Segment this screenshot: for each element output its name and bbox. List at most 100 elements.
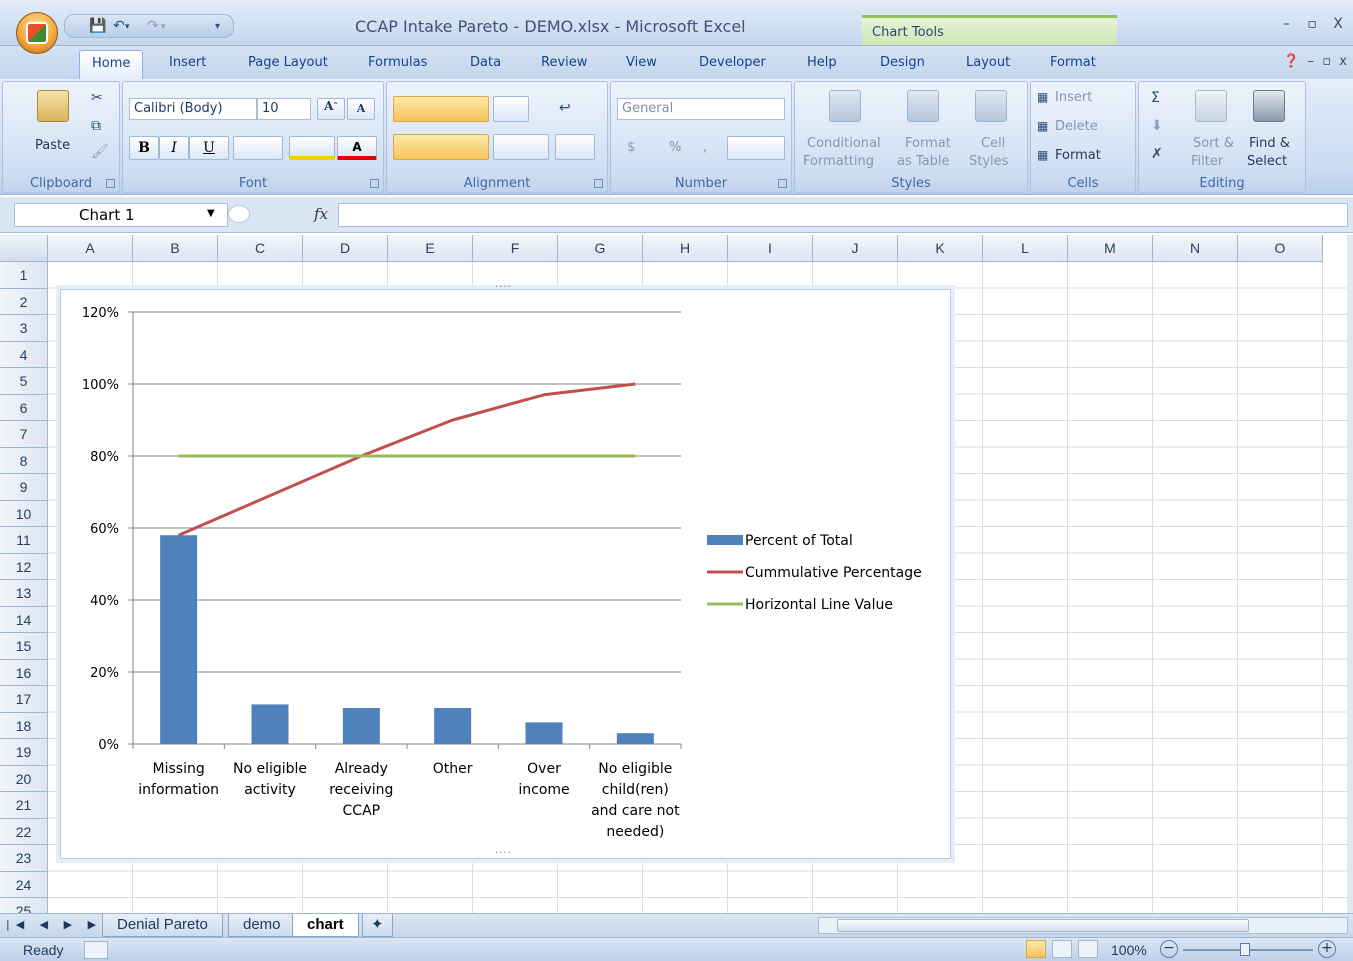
column-header-m[interactable]: M bbox=[1068, 235, 1153, 262]
tab-help[interactable]: Help bbox=[807, 55, 837, 70]
horizontal-scrollbar[interactable] bbox=[818, 917, 1348, 934]
cut-icon[interactable]: ✂ bbox=[91, 90, 103, 106]
format-as-table-button-line2[interactable]: as Table bbox=[897, 154, 950, 169]
number-format-select[interactable]: General bbox=[617, 98, 785, 120]
merge-center-button[interactable] bbox=[555, 134, 595, 160]
comma-button[interactable]: , bbox=[703, 140, 707, 155]
column-header-j[interactable]: J bbox=[813, 235, 898, 262]
decimal-buttons[interactable] bbox=[727, 136, 785, 160]
column-header-k[interactable]: K bbox=[898, 235, 983, 262]
column-header-e[interactable]: E bbox=[388, 235, 473, 262]
column-header-d[interactable]: D bbox=[303, 235, 388, 262]
row-header-22[interactable]: 22 bbox=[0, 818, 48, 845]
tab-insert[interactable]: Insert bbox=[169, 55, 206, 70]
page-break-view-button[interactable] bbox=[1077, 940, 1098, 958]
column-header-i[interactable]: I bbox=[728, 235, 813, 262]
paste-button[interactable]: Paste bbox=[35, 138, 70, 153]
row-header-10[interactable]: 10 bbox=[0, 500, 48, 527]
clear-icon[interactable]: ✗ bbox=[1151, 146, 1163, 162]
tab-formulas[interactable]: Formulas bbox=[368, 55, 427, 70]
record-macro-icon[interactable] bbox=[84, 941, 108, 959]
row-header-2[interactable]: 2 bbox=[0, 288, 48, 315]
help-icon[interactable]: ❓ – ▫ x bbox=[1283, 54, 1347, 69]
pareto-chart[interactable]: ···· ···· 0% 20% 40% 60% 80% 100% 120% Missing i… bbox=[60, 282, 951, 859]
clipboard-dialog-launcher[interactable] bbox=[106, 179, 115, 188]
insert-function-icon[interactable]: fx bbox=[314, 205, 328, 223]
row-header-9[interactable]: 9 bbox=[0, 474, 48, 501]
formula-input[interactable] bbox=[338, 203, 1348, 227]
tab-view[interactable]: View bbox=[626, 55, 657, 70]
column-header-n[interactable]: N bbox=[1153, 235, 1238, 262]
tab-review[interactable]: Review bbox=[541, 55, 587, 70]
row-header-5[interactable]: 5 bbox=[0, 368, 48, 395]
row-header-11[interactable]: 11 bbox=[0, 527, 48, 554]
insert-sheet-icon[interactable]: ✦ bbox=[362, 914, 393, 937]
minimize-button[interactable]: – bbox=[1275, 16, 1297, 32]
tab-layout[interactable]: Layout bbox=[966, 55, 1010, 70]
paste-icon[interactable] bbox=[37, 90, 69, 122]
grow-font-button[interactable]: Aˆ bbox=[317, 98, 345, 120]
delete-cells-button[interactable]: Delete bbox=[1055, 119, 1098, 134]
format-painter-icon[interactable]: 🖌 bbox=[91, 144, 109, 160]
sheet-tab-chart[interactable]: chart bbox=[292, 914, 359, 937]
currency-button[interactable]: $ bbox=[627, 140, 635, 155]
row-header-1[interactable]: 1 bbox=[0, 262, 48, 289]
bold-button[interactable]: B bbox=[129, 136, 159, 160]
row-header-25[interactable]: 25 bbox=[0, 898, 48, 913]
column-header-o[interactable]: O bbox=[1238, 235, 1323, 262]
conditional-formatting-button-line2[interactable]: Formatting bbox=[803, 154, 874, 169]
tab-design[interactable]: Design bbox=[880, 55, 925, 70]
sheet-tab-demo[interactable]: demo bbox=[228, 914, 296, 937]
alignment-dialog-launcher[interactable] bbox=[594, 179, 603, 188]
row-header-20[interactable]: 20 bbox=[0, 765, 48, 792]
vertical-scrollbar[interactable] bbox=[1347, 235, 1353, 913]
maximize-button[interactable]: ▫ bbox=[1301, 16, 1323, 32]
tab-format[interactable]: Format bbox=[1050, 55, 1096, 70]
find-select-button-line2[interactable]: Select bbox=[1247, 154, 1287, 169]
row-header-6[interactable]: 6 bbox=[0, 394, 48, 421]
page-layout-view-button[interactable] bbox=[1051, 940, 1072, 958]
tab-developer[interactable]: Developer bbox=[699, 55, 766, 70]
zoom-out-icon[interactable]: − bbox=[1160, 940, 1178, 958]
insert-cells-button[interactable]: Insert bbox=[1055, 90, 1092, 105]
row-header-12[interactable]: 12 bbox=[0, 553, 48, 580]
customize-qat-icon[interactable]: ▾ bbox=[215, 21, 220, 32]
column-header-f[interactable]: F bbox=[473, 235, 558, 262]
italic-button[interactable]: I bbox=[159, 136, 189, 160]
column-header-c[interactable]: C bbox=[218, 235, 303, 262]
row-header-15[interactable]: 15 bbox=[0, 633, 48, 660]
row-header-19[interactable]: 19 bbox=[0, 739, 48, 766]
column-header-g[interactable]: G bbox=[558, 235, 643, 262]
conditional-formatting-icon[interactable] bbox=[829, 90, 861, 122]
row-header-24[interactable]: 24 bbox=[0, 871, 48, 898]
cell-styles-button[interactable]: Cell bbox=[981, 136, 1005, 151]
fill-icon[interactable]: ⬇ bbox=[1151, 118, 1163, 134]
normal-view-button[interactable] bbox=[1026, 940, 1046, 958]
format-cells-button[interactable]: Format bbox=[1055, 148, 1101, 163]
conditional-formatting-button[interactable]: Conditional bbox=[807, 136, 881, 151]
shrink-font-button[interactable]: A bbox=[347, 98, 375, 120]
row-header-7[interactable]: 7 bbox=[0, 421, 48, 448]
find-select-icon[interactable] bbox=[1253, 90, 1285, 122]
row-header-16[interactable]: 16 bbox=[0, 659, 48, 686]
vertical-align-buttons[interactable] bbox=[393, 96, 489, 122]
format-as-table-button[interactable]: Format bbox=[905, 136, 951, 151]
sheet-tab-denial-pareto[interactable]: Denial Pareto bbox=[102, 914, 223, 937]
indent-buttons[interactable] bbox=[493, 134, 549, 160]
row-header-18[interactable]: 18 bbox=[0, 712, 48, 739]
horizontal-scroll-thumb[interactable] bbox=[837, 919, 1249, 932]
row-header-8[interactable]: 8 bbox=[0, 447, 48, 474]
percent-button[interactable]: % bbox=[669, 140, 681, 155]
column-header-l[interactable]: L bbox=[983, 235, 1068, 262]
undo-icon[interactable]: ↶ bbox=[113, 18, 125, 34]
redo-icon[interactable]: ↷ bbox=[147, 18, 159, 34]
row-header-17[interactable]: 17 bbox=[0, 686, 48, 713]
redo-dropdown-icon[interactable]: ▾ bbox=[161, 22, 166, 32]
office-button[interactable] bbox=[16, 12, 58, 54]
autosum-icon[interactable]: Σ bbox=[1151, 90, 1160, 106]
font-size-select[interactable]: 10 bbox=[257, 98, 311, 120]
sort-filter-button[interactable]: Sort & bbox=[1193, 136, 1234, 151]
row-header-4[interactable]: 4 bbox=[0, 341, 48, 368]
name-box[interactable]: Chart 1 bbox=[14, 203, 228, 227]
fill-color-button[interactable] bbox=[289, 136, 335, 160]
